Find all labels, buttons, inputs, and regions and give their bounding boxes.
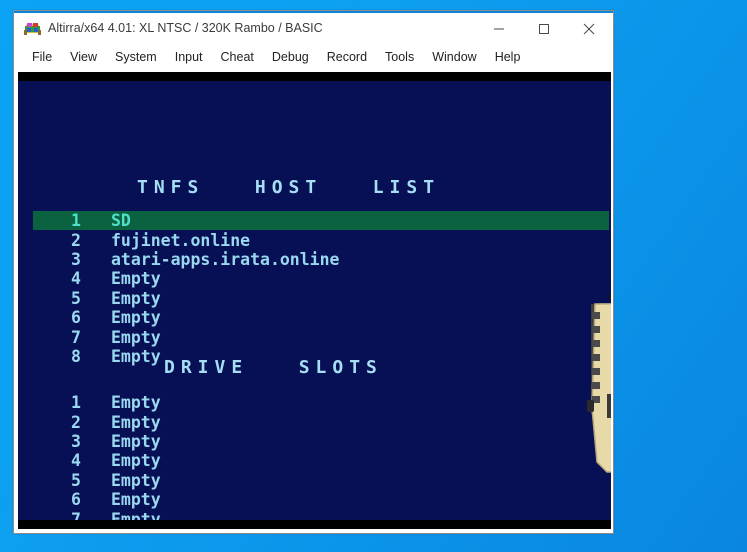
drive-slot-row[interactable]: 6 Empty	[63, 490, 609, 509]
close-button[interactable]	[566, 13, 611, 44]
atari-screen[interactable]: TNFS HOST LIST 1 SD 2 fujinet.online 3 atari-…	[18, 81, 611, 520]
drive-slot-number: 2	[71, 412, 81, 432]
drive-slot-row[interactable]: 1 Empty	[63, 393, 609, 412]
host-slot-label: SD	[111, 211, 131, 231]
menu-item-system[interactable]: System	[106, 47, 166, 68]
host-slot-number: 1	[71, 211, 81, 231]
fujinet-label-off: Off	[607, 394, 611, 418]
menu-item-view[interactable]: View	[61, 47, 106, 68]
host-slot-label: Empty	[111, 346, 161, 366]
host-slot-label: atari-apps.irata.online	[111, 249, 340, 269]
drive-slots-heading: DRIVE SLOTS	[164, 357, 383, 378]
menu-item-record[interactable]: Record	[318, 47, 376, 68]
drive-slot-row[interactable]: 2 Empty	[63, 412, 609, 432]
menu-item-window[interactable]: Window	[423, 47, 485, 68]
host-slot-row[interactable]: 1 SD	[33, 211, 609, 231]
window-title: Altirra/x64 4.01: XL NTSC / 320K Rambo /…	[48, 21, 323, 35]
host-slot-number: 3	[71, 249, 81, 269]
host-slot-number: 8	[71, 346, 81, 366]
host-slot-number: 7	[71, 327, 81, 347]
minimize-button[interactable]	[476, 13, 521, 44]
host-slot-row[interactable]: 7 Empty	[63, 327, 609, 347]
host-slot-label: Empty	[111, 288, 161, 308]
menu-item-help[interactable]: Help	[486, 47, 530, 68]
drive-slot-number: 5	[71, 470, 81, 490]
drive-slot-number: 7	[71, 509, 81, 520]
host-slot-label: fujinet.online	[111, 230, 251, 250]
host-slot-number: 6	[71, 308, 81, 328]
menubar: File View System Input Cheat Debug Record Tools…	[14, 44, 613, 70]
drive-slot-label: Empty	[111, 509, 161, 520]
drive-slot-label: Empty	[111, 393, 161, 413]
emulator-viewport[interactable]: TNFS HOST LIST 1 SD 2 fujinet.online 3 atari-…	[18, 72, 611, 529]
menu-item-cheat[interactable]: Cheat	[212, 47, 263, 68]
drive-slot-label: Empty	[111, 470, 161, 490]
drive-slot-label: Empty	[111, 412, 161, 432]
host-slot-number: 4	[71, 269, 81, 289]
altirra-window: Altirra/x64 4.01: XL NTSC / 320K Rambo /…	[13, 10, 614, 534]
host-slot-row[interactable]: 5 Empty	[63, 289, 609, 308]
host-slot-row[interactable]: 6 Empty	[63, 308, 609, 327]
window-titlebar[interactable]: Altirra/x64 4.01: XL NTSC / 320K Rambo /…	[14, 11, 613, 44]
tnfs-host-list-heading: TNFS HOST LIST	[137, 177, 441, 198]
menu-item-file[interactable]: File	[23, 47, 61, 68]
altirra-icon	[24, 20, 41, 37]
drive-slot-number: 4	[71, 451, 81, 471]
tnfs-host-list: 1 SD 2 fujinet.online 3 atari-apps.irata.onli…	[33, 211, 609, 366]
host-slot-row[interactable]: 3 atari-apps.irata.online	[63, 250, 609, 269]
drive-slot-number: 3	[71, 431, 81, 451]
menu-item-input[interactable]: Input	[166, 47, 212, 68]
drive-slot-label: Empty	[111, 490, 161, 510]
drive-slot-number: 1	[71, 393, 81, 413]
drive-slot-label: Empty	[111, 451, 161, 471]
drive-slot-number: 6	[71, 490, 81, 510]
drive-slot-label: Empty	[111, 431, 161, 451]
host-slot-label: Empty	[111, 269, 161, 289]
fujinet-device-overlay: A Reset Off	[585, 290, 611, 520]
drive-slot-row[interactable]: 3 Empty	[63, 432, 609, 451]
host-slot-number: 5	[71, 288, 81, 308]
host-slot-row[interactable]: 2 fujinet.online	[63, 230, 609, 250]
drive-slot-row[interactable]: 5 Empty	[63, 471, 609, 490]
host-slot-label: Empty	[111, 327, 161, 347]
host-slot-number: 2	[71, 230, 81, 250]
host-slot-row[interactable]: 4 Empty	[63, 269, 609, 288]
drive-slots-list: 1 Empty 2 Empty 3 Empty 4 Empty 5 Empty 6 Empty 7 Emp…	[63, 393, 609, 520]
host-slot-label: Empty	[111, 308, 161, 328]
menu-item-debug[interactable]: Debug	[263, 47, 318, 68]
drive-slot-row[interactable]: 4 Empty	[63, 451, 609, 470]
drive-slot-row[interactable]: 7 Empty	[63, 509, 609, 520]
maximize-button[interactable]	[521, 13, 566, 44]
menu-item-tools[interactable]: Tools	[376, 47, 423, 68]
